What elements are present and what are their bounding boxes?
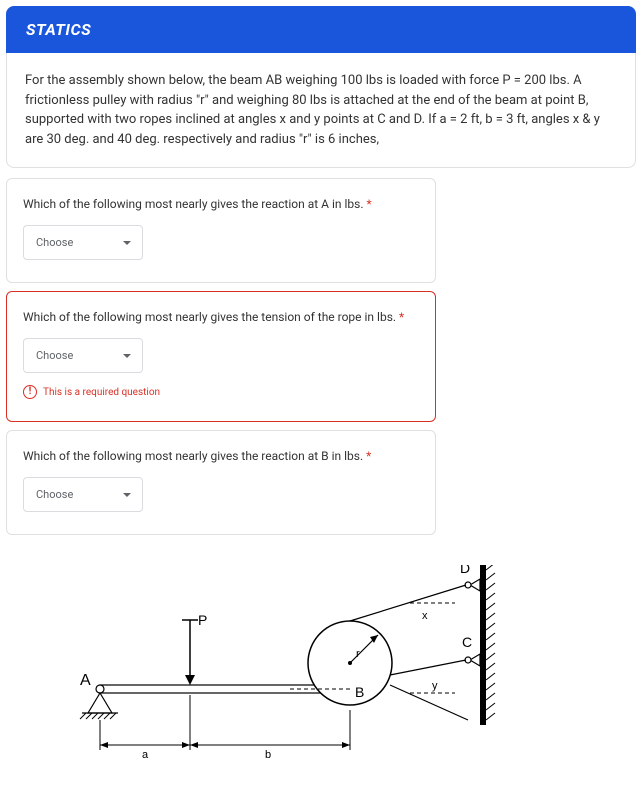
- page-title: STATICS: [26, 20, 616, 39]
- label-C: C: [462, 634, 472, 650]
- wall: [480, 565, 486, 725]
- label-r: r: [356, 648, 360, 660]
- label-b: b: [265, 749, 271, 761]
- label-D: D: [460, 565, 470, 576]
- required-asterisk: *: [366, 197, 371, 211]
- label-x: x: [422, 610, 428, 622]
- label-P: P: [198, 612, 207, 628]
- question-card-3: Which of the following most nearly gives…: [6, 430, 436, 535]
- description-card: For the assembly shown below, the beam A…: [6, 53, 636, 168]
- support-D: [465, 579, 480, 591]
- error-message: ! This is a required question: [23, 385, 419, 399]
- support-C: [465, 654, 480, 666]
- header-card: STATICS: [6, 6, 636, 53]
- select-value: Choose: [36, 349, 73, 362]
- select-wrap: Choose: [23, 338, 143, 373]
- question-text: Which of the following most nearly gives…: [23, 449, 419, 463]
- rope-C-1: [390, 660, 466, 675]
- select-value: Choose: [36, 236, 73, 249]
- q3-text: Which of the following most nearly gives…: [23, 449, 363, 463]
- question-text: Which of the following most nearly gives…: [23, 197, 419, 211]
- error-text: This is a required question: [43, 387, 160, 398]
- force-P-arrowhead: [185, 675, 195, 685]
- required-asterisk: *: [366, 449, 371, 463]
- question-text: Which of the following most nearly gives…: [23, 310, 419, 324]
- question-card-2: Which of the following most nearly gives…: [6, 291, 436, 422]
- q2-text: Which of the following most nearly gives…: [23, 310, 396, 324]
- alert-icon: !: [23, 385, 37, 399]
- question-card-1: Which of the following most nearly gives…: [6, 178, 436, 283]
- chevron-down-icon: [123, 241, 131, 245]
- chevron-down-icon: [123, 354, 131, 358]
- select-wrap: Choose: [23, 477, 143, 512]
- problem-description: For the assembly shown below, the beam A…: [25, 71, 617, 149]
- label-B: B: [355, 684, 364, 700]
- required-asterisk: *: [399, 310, 404, 324]
- rope-C-2: [390, 685, 468, 720]
- chevron-down-icon: [123, 493, 131, 497]
- select-wrap: Choose: [23, 225, 143, 260]
- diagram: D C A B r x: [60, 565, 602, 789]
- label-a: a: [142, 749, 149, 761]
- assembly-diagram: D C A B r x: [60, 565, 520, 785]
- q1-text: Which of the following most nearly gives…: [23, 197, 364, 211]
- label-y: y: [432, 680, 438, 692]
- select-value: Choose: [36, 488, 73, 501]
- label-A: A: [80, 672, 91, 689]
